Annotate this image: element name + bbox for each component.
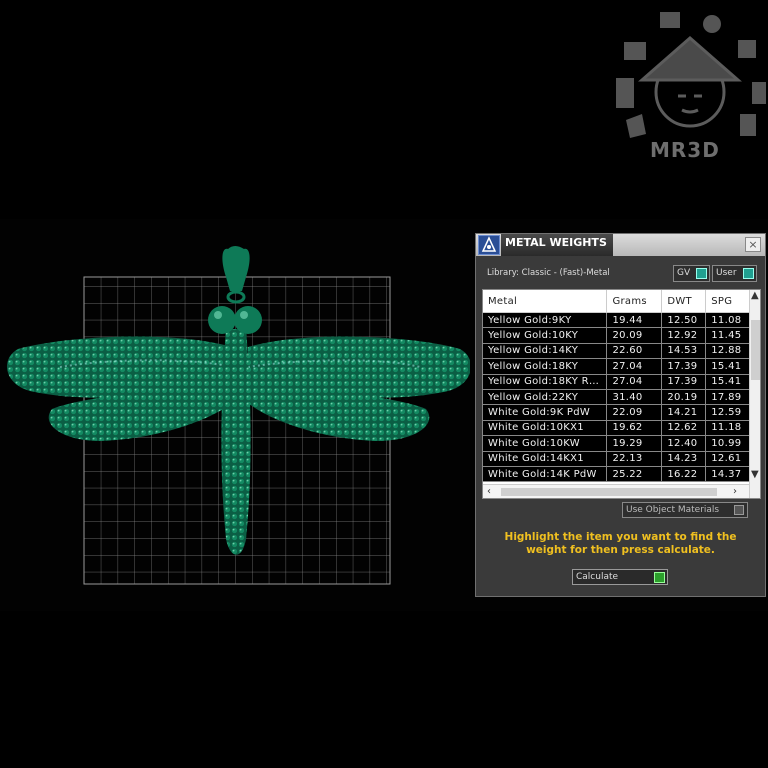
watermark-brand: MR3D: [650, 138, 720, 162]
horizontal-scrollbar[interactable]: ‹ ›: [483, 484, 749, 498]
table-row[interactable]: Yellow Gold:18KY R… 27.04 17.39 15.41: [483, 374, 760, 390]
panel-titlebar[interactable]: METAL WEIGHTS ×: [476, 234, 765, 256]
user-toggle-label: User: [716, 268, 737, 278]
cell-dwt: 16.22: [661, 466, 707, 483]
panel-title: METAL WEIGHTS: [505, 236, 607, 249]
scroll-left-icon[interactable]: ‹: [487, 487, 491, 497]
use-object-materials-label: Use Object Materials: [626, 505, 720, 515]
cell-grams: 19.29: [606, 435, 663, 452]
dragonfly-model[interactable]: [0, 219, 470, 611]
checkbox-icon: [734, 505, 744, 515]
scroll-right-icon[interactable]: ›: [733, 487, 737, 497]
gv-toggle-label: GV: [677, 268, 691, 278]
cell-dwt: 17.39: [661, 374, 707, 390]
table-row[interactable]: Yellow Gold:14KY 22.60 14.53 12.88: [483, 343, 760, 360]
library-label: Library: Classic - (Fast)-Metal: [487, 268, 610, 278]
table-row[interactable]: White Gold:10KW 19.29 12.40 10.99: [483, 435, 760, 452]
cell-dwt: 12.50: [661, 312, 707, 329]
table-row[interactable]: White Gold:10KX1 19.62 12.62 11.18: [483, 420, 760, 437]
cell-grams: 27.04: [606, 358, 663, 375]
cell-dwt: 20.19: [661, 389, 707, 406]
table-row[interactable]: White Gold:14K PdW 25.22 16.22 14.37: [483, 466, 760, 483]
cell-metal: Yellow Gold:18KY: [483, 358, 608, 375]
table-header-row: Metal Grams DWT SPG: [483, 290, 760, 313]
metal-weights-icon: [478, 235, 500, 255]
cell-metal: White Gold:10KX1: [483, 420, 608, 437]
horizontal-scroll-thumb[interactable]: [501, 488, 717, 496]
calculate-button-label: Calculate: [576, 572, 619, 582]
cell-metal: Yellow Gold:9KY: [483, 312, 608, 329]
cell-grams: 31.40: [606, 389, 663, 406]
close-icon[interactable]: ×: [745, 237, 761, 252]
table-row[interactable]: White Gold:9K PdW 22.09 14.21 12.59: [483, 404, 760, 421]
instruction-text: Highlight the item you want to find the …: [504, 531, 737, 556]
table-row[interactable]: White Gold:14KX1 22.13 14.23 12.61: [483, 451, 760, 467]
cell-metal: Yellow Gold:22KY: [483, 389, 608, 406]
cell-grams: 19.44: [606, 312, 663, 329]
cell-metal: White Gold:9K PdW: [483, 404, 608, 421]
cell-metal: White Gold:14K PdW: [483, 466, 608, 483]
toggle-knob-icon: [743, 268, 754, 279]
vertical-scrollbar[interactable]: ▲ ▼: [749, 290, 760, 498]
metal-weights-panel: METAL WEIGHTS × Library: Classic - (Fast…: [475, 233, 766, 597]
cell-grams: 22.13: [606, 451, 663, 467]
panel-title-tab: METAL WEIGHTS: [501, 234, 613, 256]
scroll-up-icon[interactable]: ▲: [751, 291, 759, 301]
table-row[interactable]: Yellow Gold:22KY 31.40 20.19 17.89: [483, 389, 760, 406]
play-arrow-icon: [654, 572, 665, 583]
use-object-materials-checkbox[interactable]: Use Object Materials: [622, 502, 748, 518]
column-header-dwt[interactable]: DWT: [661, 290, 707, 313]
cell-grams: 25.22: [606, 466, 663, 483]
cell-dwt: 14.23: [661, 451, 707, 467]
cell-grams: 22.09: [606, 404, 663, 421]
table-row[interactable]: Yellow Gold:10KY 20.09 12.92 11.45: [483, 327, 760, 344]
cell-metal: White Gold:10KW: [483, 435, 608, 452]
cell-grams: 27.04: [606, 374, 663, 390]
gv-toggle[interactable]: GV: [673, 265, 710, 282]
cell-metal: Yellow Gold:10KY: [483, 327, 608, 344]
scroll-down-icon[interactable]: ▼: [751, 470, 759, 480]
vertical-scroll-thumb[interactable]: [751, 320, 760, 380]
table-row[interactable]: Yellow Gold:9KY 19.44 12.50 11.08: [483, 312, 760, 329]
cell-dwt: 12.62: [661, 420, 707, 437]
toggle-knob-icon: [696, 268, 707, 279]
user-toggle[interactable]: User: [712, 265, 757, 282]
column-header-grams[interactable]: Grams: [606, 290, 663, 313]
cell-dwt: 12.40: [661, 435, 707, 452]
cell-metal: Yellow Gold:18KY R…: [483, 374, 608, 390]
column-header-metal[interactable]: Metal: [483, 290, 608, 313]
cell-metal: White Gold:14KX1: [483, 451, 608, 467]
cell-dwt: 14.21: [661, 404, 707, 421]
cell-dwt: 14.53: [661, 343, 707, 360]
calculate-button[interactable]: Calculate: [572, 569, 668, 585]
cell-grams: 22.60: [606, 343, 663, 360]
cell-dwt: 17.39: [661, 358, 707, 375]
table-row[interactable]: Yellow Gold:18KY 27.04 17.39 15.41: [483, 358, 760, 375]
cell-grams: 19.62: [606, 420, 663, 437]
metal-table[interactable]: Metal Grams DWT SPG Yellow Gold:9KY 19.44…: [482, 289, 761, 499]
cell-metal: Yellow Gold:14KY: [483, 343, 608, 360]
cell-grams: 20.09: [606, 327, 663, 344]
cell-dwt: 12.92: [661, 327, 707, 344]
